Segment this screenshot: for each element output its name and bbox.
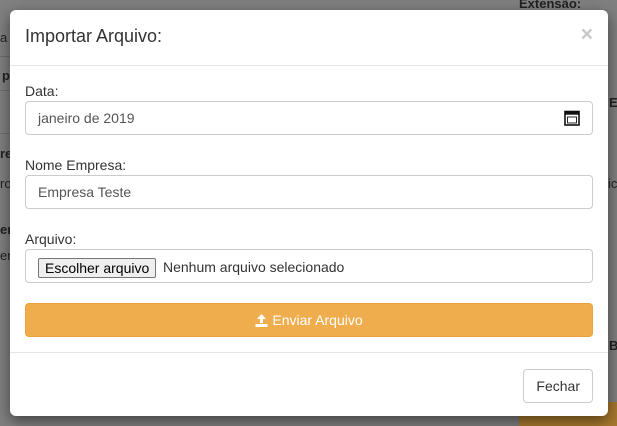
upload-icon [255, 314, 268, 327]
modal-title: Importar Arquivo: [25, 26, 163, 46]
send-file-label: Enviar Arquivo [272, 312, 363, 328]
send-file-button[interactable]: Enviar Arquivo [25, 303, 593, 337]
modal-footer: Fechar [10, 352, 608, 416]
background-text: Ex [609, 95, 617, 110]
company-value: Empresa Teste [38, 184, 132, 200]
date-label: Data: [25, 83, 59, 99]
background-divider [0, 56, 10, 57]
modal-header: Importar Arquivo: × [10, 10, 608, 66]
choose-file-button[interactable]: Escolher arquivo [38, 258, 157, 278]
file-status: Nenhum arquivo selecionado [163, 259, 345, 275]
date-input[interactable]: janeiro de 2019 [25, 101, 593, 135]
company-input[interactable]: Empresa Teste [25, 175, 593, 209]
calendar-icon[interactable] [564, 110, 580, 126]
close-icon[interactable]: × [581, 24, 593, 45]
background-divider [0, 90, 10, 91]
import-file-modal: Importar Arquivo: × Data: janeiro de 201… [10, 10, 608, 416]
background-text: ic [608, 176, 617, 191]
company-label: Nome Empresa: [25, 157, 127, 173]
background-text: B [609, 338, 617, 353]
background-text: p [2, 68, 10, 83]
file-input[interactable]: Escolher arquivo Nenhum arquivo selecion… [25, 249, 593, 283]
file-label: Arquivo: [25, 231, 77, 247]
close-button[interactable]: Fechar [523, 369, 593, 403]
date-value: janeiro de 2019 [38, 110, 135, 126]
background-divider [0, 133, 10, 134]
